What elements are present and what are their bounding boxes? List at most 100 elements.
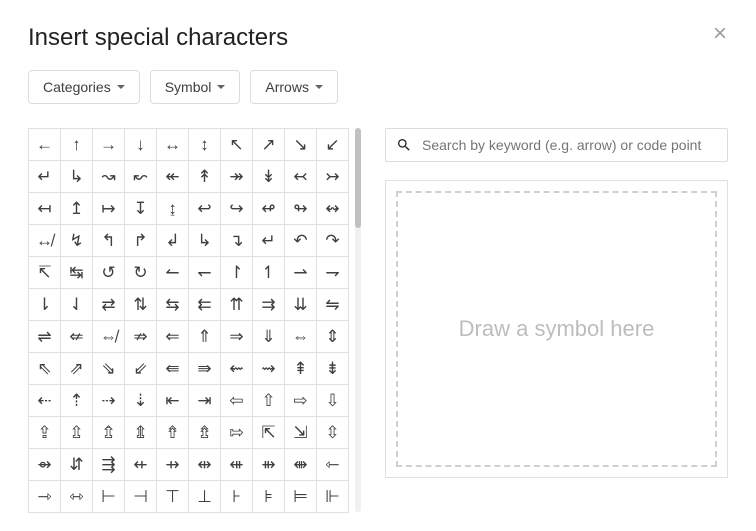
character-cell[interactable]: ↥ [61,193,93,225]
categories-dropdown[interactable]: Categories [28,70,140,104]
character-cell[interactable]: ↱ [125,225,157,257]
character-cell[interactable]: ⇸ [157,449,189,481]
character-cell[interactable]: ↯ [61,225,93,257]
draw-area[interactable]: Draw a symbol here [385,180,728,478]
character-cell[interactable]: ⇏ [125,321,157,353]
character-cell[interactable]: ↘ [285,129,317,161]
character-cell[interactable]: ⇠ [29,385,61,417]
character-cell[interactable]: ↨ [157,193,189,225]
character-cell[interactable]: ↻ [125,257,157,289]
character-cell[interactable]: ↹ [61,257,93,289]
character-cell[interactable]: ↣ [317,161,349,193]
character-cell[interactable]: ↖ [221,129,253,161]
character-cell[interactable]: ⇘ [93,353,125,385]
character-cell[interactable]: ⇓ [253,321,285,353]
character-cell[interactable]: ⇆ [157,289,189,321]
character-cell[interactable]: ↗ [253,129,285,161]
character-cell[interactable]: ⊦ [221,481,253,513]
character-cell[interactable]: ⇰ [221,417,253,449]
character-cell[interactable]: ⇌ [29,321,61,353]
character-cell[interactable]: ⇜ [221,353,253,385]
character-cell[interactable]: ⇚ [157,353,189,385]
character-cell[interactable]: ↮ [29,225,61,257]
character-cell[interactable]: ⇼ [285,449,317,481]
character-cell[interactable]: ⊢ [93,481,125,513]
character-cell[interactable]: ⇡ [61,385,93,417]
character-cell[interactable]: ⊥ [189,481,221,513]
character-cell[interactable]: ⇛ [189,353,221,385]
character-cell[interactable]: ↤ [29,193,61,225]
character-cell[interactable]: ⇥ [189,385,221,417]
character-cell[interactable]: ⇢ [93,385,125,417]
subcategory-dropdown[interactable]: Arrows [250,70,338,104]
character-cell[interactable]: ↿ [253,257,285,289]
character-cell[interactable]: ⇃ [61,289,93,321]
character-cell[interactable]: ↷ [317,225,349,257]
character-cell[interactable]: ↢ [285,161,317,193]
character-cell[interactable]: ⇩ [317,385,349,417]
character-cell[interactable]: ⇗ [61,353,93,385]
character-cell[interactable]: ⇶ [93,449,125,481]
character-cell[interactable]: ↙ [317,129,349,161]
scrollbar[interactable] [355,128,361,512]
character-cell[interactable]: ↵ [253,225,285,257]
character-cell[interactable]: ↫ [253,193,285,225]
character-cell[interactable]: ↧ [125,193,157,225]
character-cell[interactable]: ⇹ [189,449,221,481]
draw-canvas[interactable]: Draw a symbol here [396,191,717,467]
character-cell[interactable]: ⇒ [221,321,253,353]
character-cell[interactable]: ⇨ [285,385,317,417]
character-cell[interactable]: ⇐ [157,321,189,353]
character-cell[interactable]: ⇤ [157,385,189,417]
character-cell[interactable]: ↸ [29,257,61,289]
character-cell[interactable]: ↬ [285,193,317,225]
character-cell[interactable]: ↼ [157,257,189,289]
character-cell[interactable]: ⇀ [285,257,317,289]
character-cell[interactable]: ⇳ [317,417,349,449]
character-cell[interactable]: ⇭ [125,417,157,449]
character-cell[interactable]: ⇉ [253,289,285,321]
character-cell[interactable]: ⇷ [125,449,157,481]
character-cell[interactable]: ↟ [189,161,221,193]
character-cell[interactable]: ⇇ [189,289,221,321]
character-cell[interactable]: ⊧ [253,481,285,513]
character-cell[interactable]: ↞ [157,161,189,193]
character-cell[interactable]: ↭ [317,193,349,225]
character-cell[interactable]: ↾ [221,257,253,289]
character-cell[interactable]: ↰ [93,225,125,257]
character-cell[interactable]: ↶ [285,225,317,257]
close-button[interactable]: × [708,22,732,46]
character-cell[interactable]: ↕ [189,129,221,161]
character-cell[interactable]: ⇮ [157,417,189,449]
character-cell[interactable]: ⊣ [125,481,157,513]
character-cell[interactable]: ⇽ [317,449,349,481]
character-cell[interactable]: ⇫ [61,417,93,449]
character-cell[interactable]: ⇕ [317,321,349,353]
character-cell[interactable]: ↺ [93,257,125,289]
character-cell[interactable]: ⇎ [93,321,125,353]
character-cell[interactable]: ⇄ [93,289,125,321]
character-cell[interactable]: ⇞ [285,353,317,385]
character-cell[interactable]: ⇪ [29,417,61,449]
character-cell[interactable]: ↽ [189,257,221,289]
character-cell[interactable]: ↩ [189,193,221,225]
character-cell[interactable]: ⇙ [125,353,157,385]
character-cell[interactable]: ⇦ [221,385,253,417]
character-cell[interactable]: ↑ [61,129,93,161]
character-cell[interactable]: ⇍ [61,321,93,353]
character-cell[interactable]: ⇔ [285,321,317,353]
character-cell[interactable]: ⇝ [253,353,285,385]
search-input[interactable] [420,136,717,154]
character-cell[interactable]: → [93,129,125,161]
character-cell[interactable]: ⇲ [285,417,317,449]
character-cell[interactable]: ↠ [221,161,253,193]
scrollbar-thumb[interactable] [355,128,361,228]
character-cell[interactable]: ⇁ [317,257,349,289]
character-cell[interactable]: ⇵ [61,449,93,481]
character-cell[interactable]: ⇣ [125,385,157,417]
character-cell[interactable]: ↓ [125,129,157,161]
character-cell[interactable]: ⇂ [29,289,61,321]
character-cell[interactable]: ⇈ [221,289,253,321]
character-cell[interactable]: ↦ [93,193,125,225]
character-cell[interactable]: ⇋ [317,289,349,321]
